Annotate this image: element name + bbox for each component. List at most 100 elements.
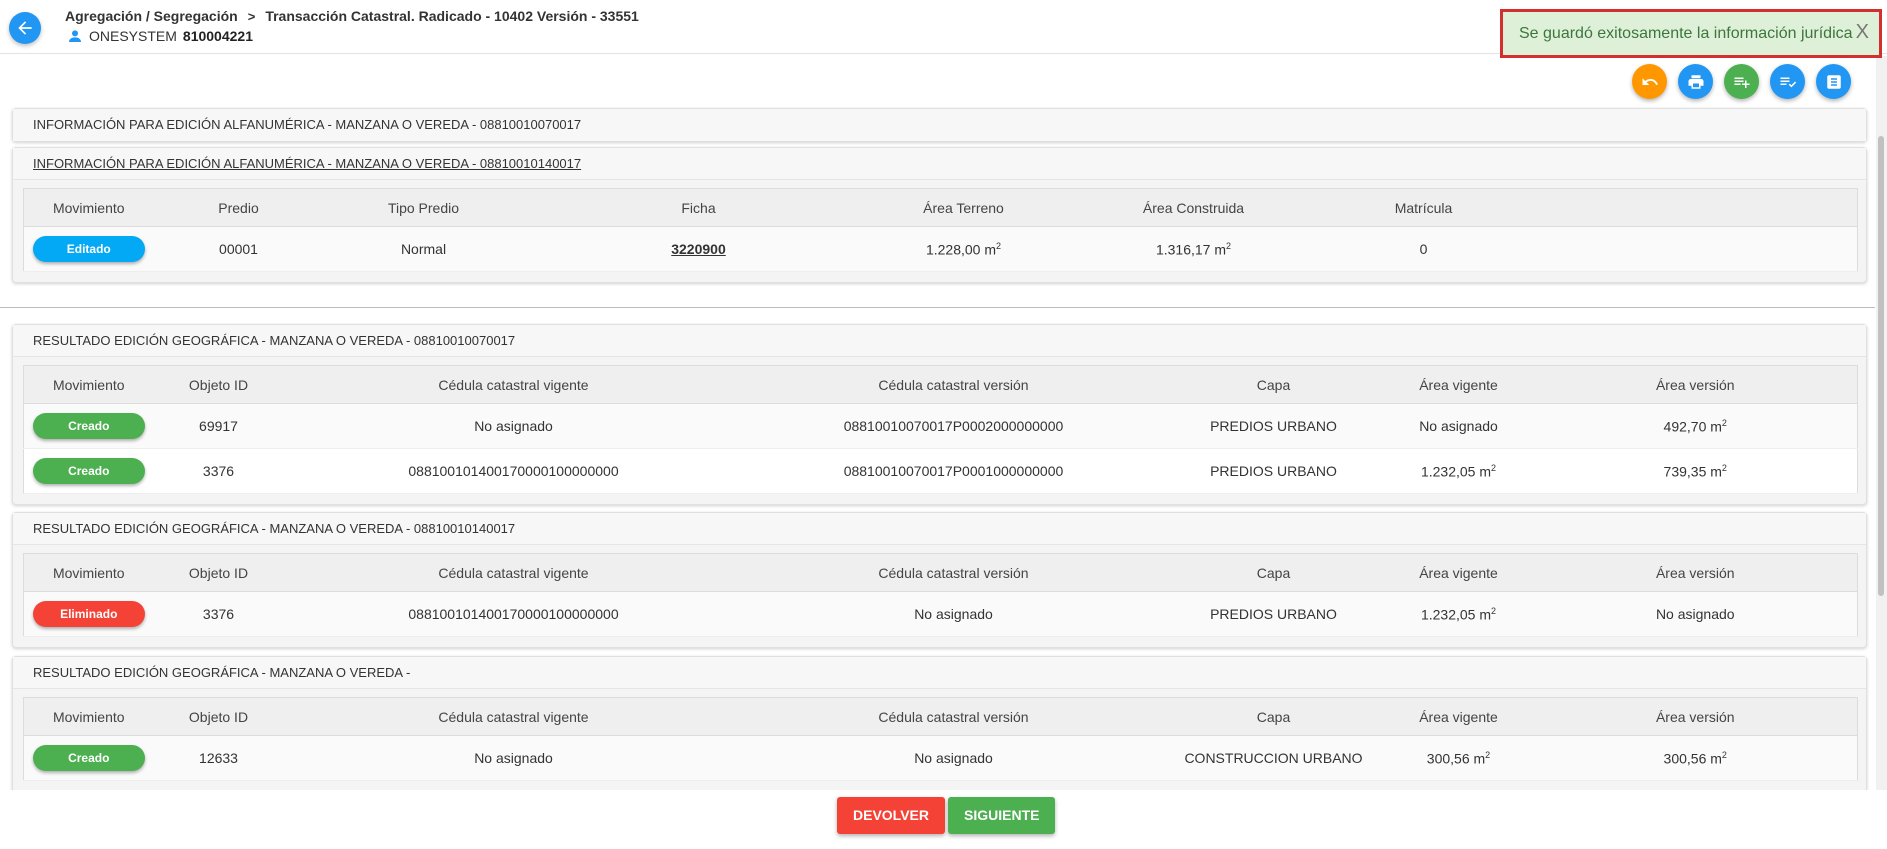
undo-button[interactable] [1632, 64, 1667, 99]
table-row: Eliminado 3376 0881001014001700001000000… [23, 591, 1858, 637]
user-icon [69, 30, 81, 42]
checklist-icon [1780, 77, 1796, 87]
cell-cedula-vigente: No asignado [283, 735, 744, 781]
movimiento-eliminado-button[interactable]: Eliminado [32, 601, 145, 627]
user-info: ONESYSTEM 810004221 [67, 28, 253, 44]
col-movimiento: Movimiento [23, 697, 154, 736]
col-cedula-vigente: Cédula catastral vigente [283, 553, 744, 592]
table-header-row: Movimiento Predio Tipo Predio Ficha Área… [23, 188, 1858, 227]
cell-objeto-id: 3376 [153, 448, 284, 494]
col-movimiento: Movimiento [23, 188, 154, 227]
col-objeto-id: Objeto ID [153, 365, 284, 404]
cell-objeto-id: 12633 [153, 735, 284, 781]
movimiento-creado-button[interactable]: Creado [32, 745, 145, 771]
col-capa: Capa [1163, 365, 1384, 404]
col-area-version: Área versión [1533, 365, 1858, 404]
table-row: Creado 3376 088100101400170000100000000 … [23, 448, 1858, 494]
geo-panel-2-title: RESULTADO EDICIÓN GEOGRÁFICA - MANZANA O… [13, 513, 1866, 545]
cell-tipo-predio: Normal [323, 226, 524, 272]
col-predio: Predio [153, 188, 324, 227]
breadcrumb: Agregación / Segregación > Transacción C… [65, 8, 639, 24]
table-header-row: Movimiento Objeto ID Cédula catastral vi… [23, 365, 1858, 404]
cell-capa: PREDIOS URBANO [1163, 403, 1384, 449]
table-header-row: Movimiento Objeto ID Cédula catastral vi… [23, 697, 1858, 736]
col-ficha: Ficha [523, 188, 874, 227]
col-objeto-id: Objeto ID [153, 553, 284, 592]
cell-area-version: 739,35 m2 [1533, 448, 1858, 494]
movimiento-creado-button[interactable]: Creado [32, 458, 145, 484]
page-footer: DEVOLVER SIGUIENTE [0, 790, 1887, 849]
col-capa: Capa [1163, 697, 1384, 736]
geo-panel-1-title: RESULTADO EDICIÓN GEOGRÁFICA - MANZANA O… [13, 325, 1866, 357]
col-area-vigente: Área vigente [1383, 365, 1534, 404]
cell-area-version: No asignado [1533, 591, 1858, 637]
col-cedula-version: Cédula catastral versión [743, 697, 1164, 736]
geo-table-1: Movimiento Objeto ID Cédula catastral vi… [23, 365, 1858, 494]
scrollbar-thumb[interactable] [1878, 136, 1884, 596]
col-cedula-version: Cédula catastral versión [743, 365, 1164, 404]
cell-area-vigente: 1.232,05 m2 [1383, 448, 1534, 494]
col-cedula-vigente: Cédula catastral vigente [283, 365, 744, 404]
col-cedula-vigente: Cédula catastral vigente [283, 697, 744, 736]
geo-panel-3-title: RESULTADO EDICIÓN GEOGRÁFICA - MANZANA O… [13, 657, 1866, 689]
alfa-panel-1: INFORMACIÓN PARA EDICIÓN ALFANUMÉRICA - … [12, 108, 1867, 142]
cell-cedula-vigente: 088100101400170000100000000 [283, 448, 744, 494]
print-icon [1688, 74, 1703, 89]
undo-icon [1642, 77, 1658, 85]
main-content: INFORMACIÓN PARA EDICIÓN ALFANUMÉRICA - … [0, 56, 1875, 790]
col-cedula-version: Cédula catastral versión [743, 553, 1164, 592]
geo-table-3: Movimiento Objeto ID Cédula catastral vi… [23, 697, 1858, 781]
breadcrumb-page: Transacción Catastral. Radicado - 10402 … [265, 8, 639, 24]
document-icon [1826, 74, 1841, 89]
alfa-panel-2-title[interactable]: INFORMACIÓN PARA EDICIÓN ALFANUMÉRICA - … [13, 148, 1866, 180]
table-row: Creado 12633 No asignado No asignado CON… [23, 735, 1858, 781]
user-id: 810004221 [182, 28, 253, 44]
cell-capa: PREDIOS URBANO [1163, 448, 1384, 494]
cell-objeto-id: 3376 [153, 591, 284, 637]
chevron-right-icon: > [247, 8, 256, 24]
col-capa: Capa [1163, 553, 1384, 592]
alfa-panel-2-body: Movimiento Predio Tipo Predio Ficha Área… [13, 180, 1866, 282]
col-area-terreno: Área Terreno [873, 188, 1054, 227]
ficha-link[interactable]: 3220900 [671, 241, 726, 257]
print-button[interactable] [1678, 64, 1713, 99]
geo-panel-1: RESULTADO EDICIÓN GEOGRÁFICA - MANZANA O… [12, 324, 1867, 505]
alfa-panel-1-title[interactable]: INFORMACIÓN PARA EDICIÓN ALFANUMÉRICA - … [13, 109, 1866, 141]
cell-cedula-version: 08810010070017P0001000000000 [743, 448, 1164, 494]
breadcrumb-section[interactable]: Agregación / Segregación [65, 8, 238, 24]
user-name: ONESYSTEM [89, 28, 177, 44]
cell-area-construida: 1.316,17 m2 [1053, 226, 1334, 272]
col-tipo-predio: Tipo Predio [323, 188, 524, 227]
col-area-vigente: Área vigente [1383, 553, 1534, 592]
alfa-panel-2: INFORMACIÓN PARA EDICIÓN ALFANUMÉRICA - … [12, 147, 1867, 283]
table-row: Editado 00001 Normal 3220900 1.228,00 m2… [23, 226, 1858, 272]
col-matricula: Matrícula [1333, 188, 1514, 227]
col-area-version: Área versión [1533, 697, 1858, 736]
back-button[interactable] [9, 12, 41, 44]
section-divider [0, 307, 1875, 308]
action-toolbar [1632, 64, 1851, 99]
cell-predio: 00001 [153, 226, 324, 272]
checklist-button[interactable] [1770, 64, 1805, 99]
add-list-button[interactable] [1724, 64, 1759, 99]
siguiente-button[interactable]: SIGUIENTE [948, 797, 1056, 834]
col-area-version: Área versión [1533, 553, 1858, 592]
arrow-left-icon [18, 21, 32, 35]
cell-cedula-version: No asignado [743, 735, 1164, 781]
cell-area-version: 300,56 m2 [1533, 735, 1858, 781]
table-header-row: Movimiento Objeto ID Cédula catastral vi… [23, 553, 1858, 592]
cell-area-vigente: 1.232,05 m2 [1383, 591, 1534, 637]
cell-capa: CONSTRUCCION URBANO [1163, 735, 1384, 781]
movimiento-editado-button[interactable]: Editado [32, 236, 145, 262]
alfa-table: Movimiento Predio Tipo Predio Ficha Área… [23, 188, 1858, 272]
devolver-button[interactable]: DEVOLVER [837, 797, 945, 834]
movimiento-creado-button[interactable]: Creado [32, 413, 145, 439]
success-toast: Se guardó exitosamente la información ju… [1500, 9, 1882, 58]
toast-message: Se guardó exitosamente la información ju… [1519, 24, 1853, 42]
page-scrollbar[interactable] [1876, 56, 1887, 790]
cell-area-vigente: No asignado [1383, 403, 1534, 449]
toast-close-button[interactable]: X [1856, 21, 1869, 44]
document-button[interactable] [1816, 64, 1851, 99]
cell-capa: PREDIOS URBANO [1163, 591, 1384, 637]
col-area-construida: Área Construida [1053, 188, 1334, 227]
